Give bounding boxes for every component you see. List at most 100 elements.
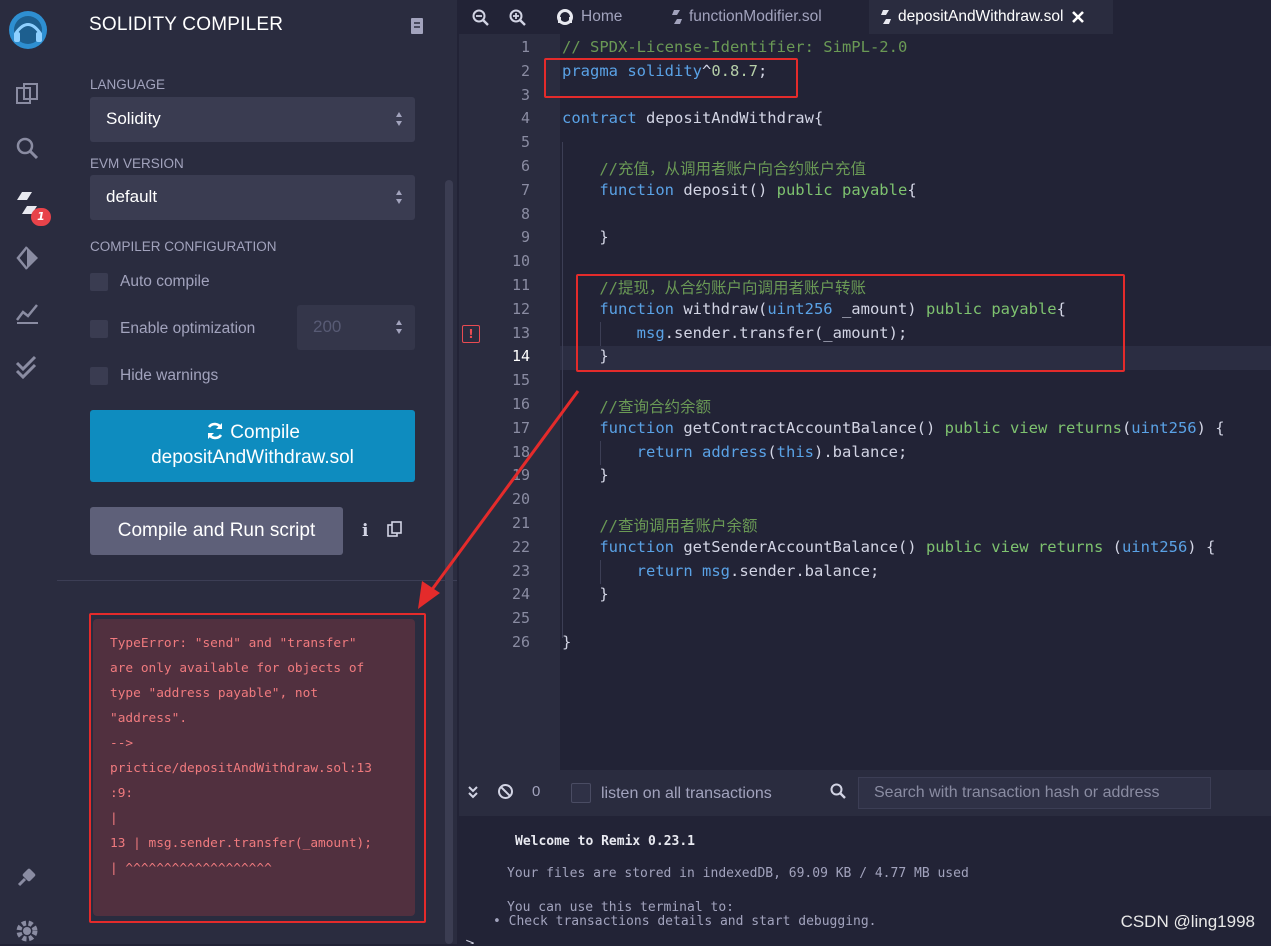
terminal-search-input[interactable]: Search with transaction hash or address (858, 777, 1211, 809)
refresh-icon (207, 422, 223, 440)
remix-home-icon (557, 9, 573, 25)
terminal-bullet: • Check transactions details and start d… (493, 914, 877, 929)
verification-icon[interactable] (12, 352, 42, 382)
line-number: 7 (520, 180, 530, 199)
evm-version-value: default (106, 187, 158, 206)
icon-rail: 1 (0, 0, 57, 944)
tab-deposit-and-withdraw-label: depositAndWithdraw.sol (898, 8, 1064, 25)
enable-optimization-label: Enable optimization (120, 320, 256, 337)
line-number: 14 (511, 347, 530, 366)
code-line: // SPDX-License-Identifier: SimPL-2.0 (562, 38, 908, 56)
line-number: 4 (520, 109, 530, 128)
enable-optimization-checkbox[interactable] (90, 320, 108, 338)
line-number: 12 (511, 299, 530, 318)
auto-compile-checkbox[interactable] (90, 273, 108, 291)
tab-deposit-and-withdraw[interactable]: depositAndWithdraw.sol (869, 0, 1113, 34)
compile-button-filename: depositAndWithdraw.sol (151, 447, 354, 468)
indent-guide (600, 560, 601, 584)
auto-compile-label: Auto compile (120, 273, 210, 290)
line-number: 9 (520, 228, 530, 247)
tab-home-label: Home (581, 8, 623, 25)
hide-warnings-checkbox[interactable] (90, 367, 108, 385)
code-line: function deposit() public payable{ (599, 180, 917, 199)
line-number: 1 (520, 38, 530, 56)
close-tab-icon[interactable] (1071, 10, 1085, 24)
prompt-icon: > (465, 936, 476, 944)
line-number: 11 (511, 276, 530, 294)
hide-warnings-row[interactable]: Hide warnings (90, 365, 218, 387)
language-value: Solidity (106, 109, 161, 128)
compile-button-label: Compile (230, 422, 300, 443)
terminal-storage-info: Your files are stored in indexedDB, 69.0… (507, 866, 969, 881)
line-number: 6 (520, 157, 530, 175)
file-explorer-icon[interactable] (12, 79, 42, 109)
clear-console-icon[interactable] (497, 783, 514, 804)
info-icon[interactable]: i (362, 521, 368, 541)
analysis-icon[interactable] (12, 298, 42, 328)
indent-guide (600, 441, 601, 465)
collapse-terminal-icon[interactable] (467, 784, 479, 803)
panel-divider (57, 580, 457, 581)
line-number: 2 (520, 61, 530, 80)
watermark: CSDN @ling1998 (1120, 912, 1255, 931)
pending-tx-count: 0 (532, 783, 541, 800)
evm-version-select[interactable]: default (90, 175, 415, 220)
line-number: 3 (520, 85, 530, 104)
zoom-out-icon[interactable] (472, 9, 489, 30)
error-marker-icon[interactable]: ! (462, 325, 480, 343)
documentation-icon[interactable] (409, 17, 425, 39)
editor-tab-bar: Home functionModifier.sol depositAndWith… (459, 0, 1271, 34)
listen-checkbox[interactable] (571, 783, 591, 803)
solidity-file-icon (881, 10, 891, 24)
tab-function-modifier[interactable]: functionModifier.sol (671, 0, 861, 34)
settings-icon[interactable] (12, 916, 42, 946)
terminal-toolbar: 0 listen on all transactions Search with… (459, 770, 1271, 816)
code-line: return address(this).balance; (636, 442, 908, 461)
language-label: LANGUAGE (90, 77, 166, 92)
code-line: //查询调用者账户余额 (599, 517, 758, 535)
panel-title: SOLIDITY COMPILER (89, 14, 284, 35)
compiler-error-badge: 1 (31, 208, 51, 226)
line-number: 26 (511, 633, 530, 651)
code-line: return msg.sender.balance; (636, 561, 880, 580)
pragma-highlight-box (544, 58, 798, 98)
stepper-icon (396, 320, 402, 334)
withdraw-highlight-box (576, 274, 1125, 372)
terminal-can-use: You can use this terminal to: (507, 900, 734, 915)
plugin-manager-icon[interactable] (12, 862, 42, 892)
compile-button[interactable]: Compile depositAndWithdraw.sol (90, 410, 415, 482)
line-number: 13 (511, 323, 530, 342)
line-number: 5 (520, 133, 530, 152)
compile-and-run-button[interactable]: Compile and Run script (90, 507, 343, 555)
code-line: //充值，从调用者账户向合约账户充值 (599, 160, 866, 178)
evm-version-label: EVM VERSION (90, 156, 184, 171)
remix-logo-icon[interactable] (6, 8, 50, 52)
language-select[interactable]: Solidity (90, 97, 415, 142)
auto-compile-row[interactable]: Auto compile (90, 271, 210, 293)
line-number: 10 (511, 252, 530, 271)
code-line: function getContractAccountBalance() pub… (599, 418, 1225, 437)
code-line: contract depositAndWithdraw{ (562, 109, 824, 128)
optimization-runs-input[interactable]: 200 (297, 305, 415, 350)
tab-function-modifier-label: functionModifier.sol (689, 8, 822, 25)
listen-label: listen on all transactions (601, 785, 772, 802)
annotation-arrow (418, 390, 580, 609)
zoom-in-icon[interactable] (509, 9, 526, 30)
deploy-run-icon[interactable] (12, 243, 42, 273)
compiler-config-label: COMPILER CONFIGURATION (90, 239, 277, 254)
optimization-runs-value: 200 (313, 317, 342, 336)
enable-optimization-row[interactable]: Enable optimization (90, 318, 255, 340)
updown-chevron-icon (396, 190, 402, 204)
copy-icon[interactable] (387, 521, 402, 541)
tab-home[interactable]: Home (553, 0, 661, 34)
terminal-search-icon (830, 783, 846, 803)
code-line: } (562, 633, 572, 651)
error-highlight-box (89, 613, 426, 923)
code-line: } (562, 228, 609, 247)
code-line: function getSenderAccountBalance() publi… (599, 537, 1216, 556)
line-number: 8 (520, 204, 530, 223)
solidity-file-icon (672, 10, 682, 24)
search-icon[interactable] (12, 133, 42, 163)
updown-chevron-icon (396, 112, 402, 126)
hide-warnings-label: Hide warnings (120, 367, 219, 384)
